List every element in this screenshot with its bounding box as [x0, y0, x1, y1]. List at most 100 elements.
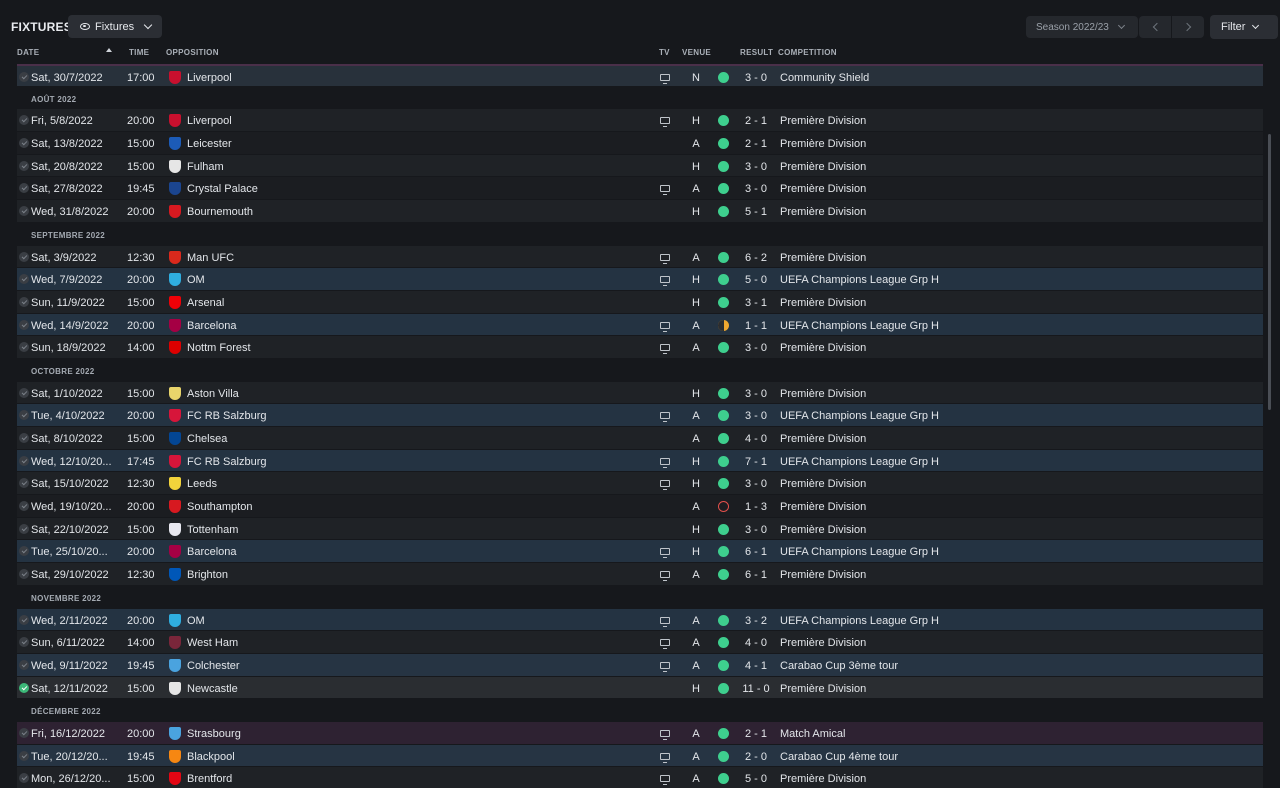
opponent-name[interactable]: Southampton: [187, 501, 252, 513]
opponent-name[interactable]: Arsenal: [187, 297, 224, 309]
fixture-competition[interactable]: Carabao Cup 4ème tour: [780, 751, 898, 763]
scrollbar[interactable]: [1268, 134, 1271, 410]
opponent-name[interactable]: Brentford: [187, 773, 232, 785]
opponent-name[interactable]: Brighton: [187, 569, 228, 581]
fixture-competition[interactable]: UEFA Champions League Grp H: [780, 546, 939, 558]
fixture-row[interactable]: Wed, 14/9/2022 20:00 Barcelona A 1 - 1 UEFA C…: [17, 313, 1263, 337]
fixture-score[interactable]: 3 - 0: [739, 524, 773, 536]
opponent-name[interactable]: FC RB Salzburg: [187, 456, 266, 468]
opponent-name[interactable]: Tottenham: [187, 524, 238, 536]
fixture-competition[interactable]: UEFA Champions League Grp H: [780, 274, 939, 286]
fixture-competition[interactable]: Première Division: [780, 138, 866, 150]
fixture-row[interactable]: Wed, 19/10/20... 20:00 Southampton A 1 - 3 Pr…: [17, 495, 1263, 518]
fixture-competition[interactable]: Première Division: [780, 206, 866, 218]
fixture-competition[interactable]: Première Division: [780, 252, 866, 264]
fixture-competition[interactable]: Première Division: [780, 388, 866, 400]
column-header-result[interactable]: RESULT: [740, 48, 773, 57]
opponent-name[interactable]: Barcelona: [187, 546, 237, 558]
opponent-name[interactable]: Leeds: [187, 478, 217, 490]
fixture-row[interactable]: Sat, 22/10/2022 15:00 Tottenham H 3 - 0 Premi…: [17, 517, 1263, 541]
fixture-competition[interactable]: Première Division: [780, 183, 866, 195]
opponent-name[interactable]: Colchester: [187, 660, 240, 672]
fixture-score[interactable]: 6 - 1: [739, 569, 773, 581]
fixture-row[interactable]: Wed, 2/11/2022 20:00 OM A 3 - 2 UEFA Champion…: [17, 608, 1263, 632]
fixture-competition[interactable]: Première Division: [780, 297, 866, 309]
column-header-date[interactable]: DATE: [17, 48, 39, 57]
fixture-row[interactable]: Wed, 12/10/20... 17:45 FC RB Salzburg H 7 - …: [17, 449, 1263, 473]
fixture-competition[interactable]: UEFA Champions League Grp H: [780, 410, 939, 422]
fixture-row[interactable]: Sun, 18/9/2022 14:00 Nottm Forest A 3 - 0 Pre…: [17, 336, 1263, 359]
fixture-score[interactable]: 4 - 0: [739, 433, 773, 445]
column-header-opposition[interactable]: OPPOSITION: [166, 48, 219, 57]
fixture-row[interactable]: Wed, 9/11/2022 19:45 Colchester A 4 - 1 Carab…: [17, 653, 1263, 677]
fixture-row[interactable]: Sun, 11/9/2022 15:00 Arsenal H 3 - 1 Première…: [17, 290, 1263, 314]
fixture-score[interactable]: 2 - 1: [739, 138, 773, 150]
opponent-name[interactable]: West Ham: [187, 637, 238, 649]
fixture-score[interactable]: 3 - 0: [739, 183, 773, 195]
fixture-score[interactable]: 3 - 0: [739, 388, 773, 400]
fixture-score[interactable]: 3 - 0: [739, 161, 773, 173]
fixture-score[interactable]: 4 - 0: [739, 637, 773, 649]
fixture-row[interactable]: Sat, 29/10/2022 12:30 Brighton A 6 - 1 Premiè…: [17, 563, 1263, 586]
fixture-row[interactable]: Wed, 31/8/2022 20:00 Bournemouth H 5 - 1 Prem…: [17, 200, 1263, 223]
opponent-name[interactable]: Bournemouth: [187, 206, 253, 218]
opponent-name[interactable]: Crystal Palace: [187, 183, 258, 195]
season-dropdown[interactable]: Season 2022/23: [1026, 16, 1138, 38]
fixture-competition[interactable]: Première Division: [780, 773, 866, 785]
previous-season-button[interactable]: [1139, 16, 1171, 38]
fixture-score[interactable]: 2 - 1: [739, 728, 773, 740]
filter-button[interactable]: Filter: [1210, 15, 1278, 39]
fixture-row[interactable]: Fri, 5/8/2022 20:00 Liverpool H 2 - 1 Premièr…: [17, 109, 1263, 133]
fixture-score[interactable]: 3 - 0: [739, 72, 773, 84]
fixture-row[interactable]: Fri, 16/12/2022 20:00 Strasbourg A 2 - 1 Matc…: [17, 721, 1263, 745]
fixture-competition[interactable]: Première Division: [780, 342, 866, 354]
fixture-competition[interactable]: UEFA Champions League Grp H: [780, 456, 939, 468]
fixture-competition[interactable]: Première Division: [780, 683, 866, 695]
opponent-name[interactable]: OM: [187, 615, 205, 627]
fixture-row[interactable]: Sun, 6/11/2022 14:00 West Ham A 4 - 0 Premièr…: [17, 631, 1263, 654]
fixture-competition[interactable]: Première Division: [780, 433, 866, 445]
fixture-score[interactable]: 6 - 1: [739, 546, 773, 558]
fixture-row[interactable]: Sat, 3/9/2022 12:30 Man UFC A 6 - 2 Première …: [17, 245, 1263, 269]
fixture-score[interactable]: 2 - 1: [739, 115, 773, 127]
fixture-competition[interactable]: Match Amical: [780, 728, 845, 740]
fixture-competition[interactable]: Community Shield: [780, 72, 869, 84]
fixture-row[interactable]: Sat, 27/8/2022 19:45 Crystal Palace A 3 - 0 P…: [17, 177, 1263, 201]
fixture-competition[interactable]: Première Division: [780, 501, 866, 513]
fixture-row[interactable]: Tue, 4/10/2022 20:00 FC RB Salzburg A 3 - 0 U…: [17, 404, 1263, 427]
fixture-score[interactable]: 3 - 0: [739, 478, 773, 490]
opponent-name[interactable]: FC RB Salzburg: [187, 410, 266, 422]
opponent-name[interactable]: Fulham: [187, 161, 224, 173]
fixture-row[interactable]: Tue, 20/12/20... 19:45 Blackpool A 2 - 0 Cara…: [17, 744, 1263, 768]
opponent-name[interactable]: Strasbourg: [187, 728, 241, 740]
fixture-competition[interactable]: Première Division: [780, 115, 866, 127]
fixture-score[interactable]: 11 - 0: [739, 683, 773, 695]
opponent-name[interactable]: Nottm Forest: [187, 342, 251, 354]
fixture-row[interactable]: Sat, 20/8/2022 15:00 Fulham H 3 - 0 Première …: [17, 154, 1263, 178]
opponent-name[interactable]: Blackpool: [187, 751, 235, 763]
fixture-score[interactable]: 3 - 2: [739, 615, 773, 627]
fixture-score[interactable]: 5 - 1: [739, 206, 773, 218]
next-season-button[interactable]: [1172, 16, 1204, 38]
column-header-venue[interactable]: VENUE: [682, 48, 711, 57]
opponent-name[interactable]: Barcelona: [187, 320, 237, 332]
fixture-score[interactable]: 2 - 0: [739, 751, 773, 763]
fixture-score[interactable]: 1 - 1: [739, 320, 773, 332]
fixture-score[interactable]: 6 - 2: [739, 252, 773, 264]
fixture-competition[interactable]: Première Division: [780, 161, 866, 173]
fixture-row[interactable]: Sat, 13/8/2022 15:00 Leicester A 2 - 1 Premiè…: [17, 132, 1263, 155]
fixture-row[interactable]: Mon, 26/12/20... 15:00 Brentford A 5 - 0 Prem…: [17, 767, 1263, 788]
fixture-score[interactable]: 7 - 1: [739, 456, 773, 468]
opponent-name[interactable]: Chelsea: [187, 433, 227, 445]
fixture-row[interactable]: Sat, 1/10/2022 15:00 Aston Villa H 3 - 0 Prem…: [17, 381, 1263, 405]
fixture-competition[interactable]: UEFA Champions League Grp H: [780, 320, 939, 332]
fixture-competition[interactable]: Carabao Cup 3ème tour: [780, 660, 898, 672]
fixture-competition[interactable]: Première Division: [780, 637, 866, 649]
fixture-score[interactable]: 3 - 0: [739, 342, 773, 354]
fixture-score[interactable]: 5 - 0: [739, 773, 773, 785]
column-header-competition[interactable]: COMPETITION: [778, 48, 837, 57]
column-header-time[interactable]: TIME: [129, 48, 149, 57]
fixture-score[interactable]: 5 - 0: [739, 274, 773, 286]
fixture-competition[interactable]: Première Division: [780, 478, 866, 490]
fixture-competition[interactable]: Première Division: [780, 524, 866, 536]
